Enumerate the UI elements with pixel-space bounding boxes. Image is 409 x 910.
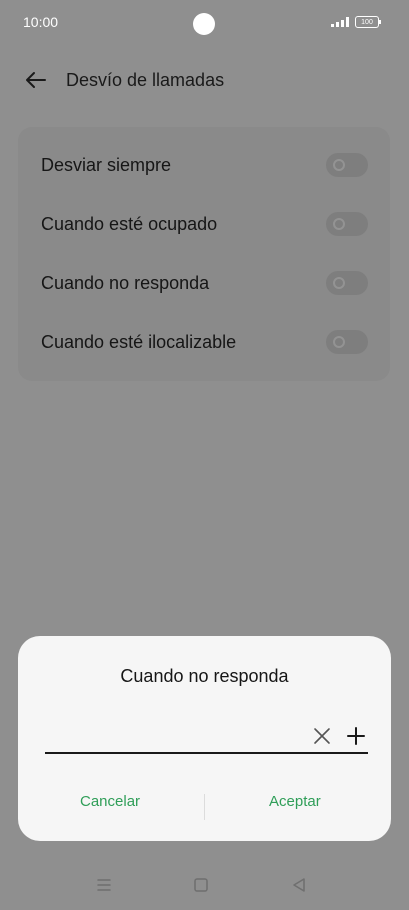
- setting-row-always[interactable]: Desviar siempre: [18, 137, 390, 195]
- dialog-title: Cuando no responda: [120, 666, 289, 686]
- status-icons: 100: [331, 16, 381, 28]
- phone-number-input[interactable]: [45, 726, 309, 754]
- toggle-switch[interactable]: [326, 271, 368, 295]
- signal-icon: [331, 17, 349, 27]
- system-nav-bar: [0, 868, 409, 902]
- toggle-switch[interactable]: [326, 212, 368, 236]
- setting-label: Cuando no responda: [41, 273, 210, 293]
- toggle-knob: [333, 336, 345, 348]
- status-bar: 10:00 100: [0, 0, 409, 46]
- no-answer-dialog: Cuando no responda Cancelar Aceptar: [18, 636, 391, 841]
- button-divider: [204, 794, 205, 820]
- battery-level: 100: [361, 18, 373, 26]
- setting-label: Cuando esté ilocalizable: [41, 332, 237, 352]
- toggle-switch[interactable]: [326, 330, 368, 354]
- setting-row-unreachable[interactable]: Cuando esté ilocalizable: [18, 314, 390, 372]
- add-contact-icon[interactable]: [345, 725, 367, 747]
- clear-icon[interactable]: [312, 726, 332, 746]
- toggle-knob: [333, 159, 345, 171]
- home-icon[interactable]: [192, 876, 210, 894]
- battery-icon: 100: [355, 16, 381, 28]
- setting-row-no-answer[interactable]: Cuando no responda: [18, 255, 390, 313]
- accept-button[interactable]: Aceptar: [269, 793, 321, 810]
- toggle-switch[interactable]: [326, 153, 368, 177]
- setting-label: Desviar siempre: [41, 155, 172, 175]
- front-camera: [193, 13, 215, 35]
- call-forwarding-list: Desviar siempre Cuando esté ocupado Cuan…: [18, 127, 390, 381]
- setting-label: Cuando esté ocupado: [41, 214, 218, 234]
- toggle-knob: [333, 277, 345, 289]
- status-time: 10:00: [23, 14, 59, 30]
- cancel-button[interactable]: Cancelar: [80, 793, 140, 810]
- toggle-knob: [333, 218, 345, 230]
- back-triangle-icon[interactable]: [290, 876, 308, 894]
- setting-row-busy[interactable]: Cuando esté ocupado: [18, 196, 390, 254]
- menu-icon[interactable]: [95, 876, 113, 894]
- input-underline: [45, 752, 368, 754]
- page-title: Desvío de llamadas: [66, 70, 225, 90]
- arrow-left-icon[interactable]: [24, 68, 48, 92]
- app-header: Desvío de llamadas: [0, 60, 409, 100]
